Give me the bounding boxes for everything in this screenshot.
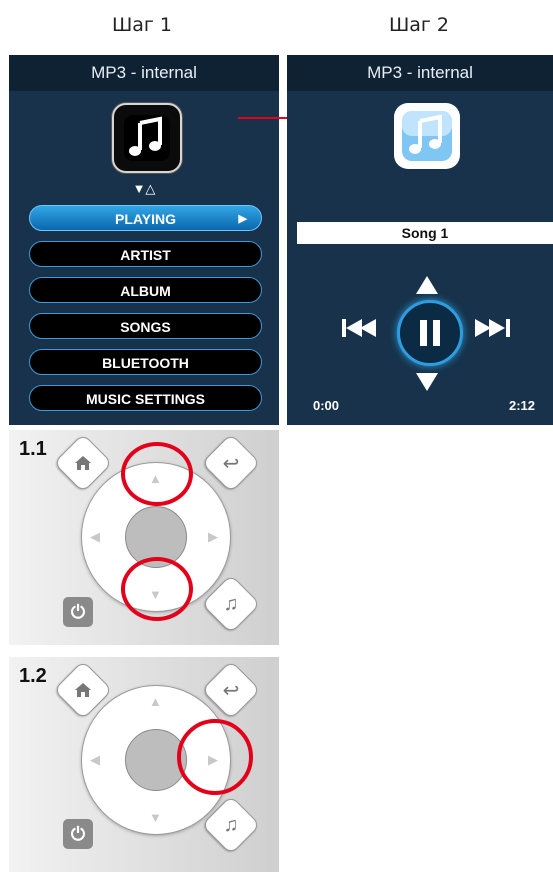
highlight-up-ring bbox=[121, 442, 193, 506]
power-icon: ⏻ bbox=[70, 824, 86, 844]
menu-playing[interactable]: PLAYING ▶ bbox=[29, 205, 262, 231]
remote-panel-1-1: 1.1 ↩ ♫ ⏻ ▲ ▼ ◀ ▶ bbox=[9, 430, 279, 645]
menu-album[interactable]: ALBUM bbox=[29, 277, 262, 303]
music-note-icon: ♫ bbox=[223, 813, 239, 836]
wheel-down-icon[interactable]: ▼ bbox=[149, 810, 162, 825]
next-track-icon[interactable] bbox=[475, 318, 511, 338]
music-note-icon bbox=[124, 115, 170, 161]
back-arrow-icon: ↩ bbox=[222, 452, 240, 475]
power-button[interactable]: ⏻ bbox=[63, 819, 93, 849]
menu-playing-label: PLAYING bbox=[115, 211, 176, 227]
pause-icon bbox=[420, 320, 440, 346]
music-app-icon[interactable] bbox=[112, 103, 182, 173]
elapsed-time: 0:00 bbox=[313, 398, 340, 413]
menu-bluetooth[interactable]: BLUETOOTH bbox=[29, 349, 262, 375]
back-arrow-icon: ↩ bbox=[222, 679, 240, 702]
highlight-right-ring bbox=[177, 719, 253, 795]
highlight-down-ring bbox=[121, 557, 193, 621]
wheel-left-icon[interactable]: ◀ bbox=[90, 529, 100, 545]
music-note-icon: ♫ bbox=[223, 592, 239, 615]
wheel-left-icon[interactable]: ◀ bbox=[90, 752, 100, 768]
screen2-title: MP3 - internal bbox=[287, 55, 553, 91]
home-icon bbox=[63, 670, 103, 710]
home-icon bbox=[63, 443, 103, 483]
remote-panel-1-2: 1.2 ↩ ♫ ⏻ ▲ ▼ ◀ ▶ bbox=[9, 657, 279, 872]
music-note-icon bbox=[402, 111, 452, 161]
panel-number: 1.2 bbox=[19, 665, 47, 687]
music-app-icon-active[interactable] bbox=[394, 103, 460, 169]
previous-track-icon[interactable] bbox=[342, 318, 378, 338]
screen1-title: MP3 - internal bbox=[9, 55, 279, 91]
wheel-right-icon[interactable]: ▶ bbox=[208, 529, 218, 545]
scroll-indicator: ▼△ bbox=[132, 181, 156, 196]
up-arrow-icon[interactable] bbox=[416, 276, 438, 294]
total-time: 2:12 bbox=[509, 398, 536, 413]
back-button[interactable]: ↩ bbox=[201, 433, 261, 493]
pause-button[interactable] bbox=[397, 300, 463, 366]
panel-number: 1.1 bbox=[19, 438, 47, 460]
menu-songs[interactable]: SONGS bbox=[29, 313, 262, 339]
wheel-up-icon[interactable]: ▲ bbox=[149, 694, 162, 709]
play-arrow-icon: ▶ bbox=[238, 213, 247, 225]
screen-step2: MP3 - internal Song 1 0:00 2:12 bbox=[287, 55, 553, 425]
power-button[interactable]: ⏻ bbox=[63, 597, 93, 627]
down-arrow-icon[interactable] bbox=[416, 373, 438, 391]
step1-label: Шаг 1 bbox=[111, 14, 173, 36]
power-icon: ⏻ bbox=[70, 602, 86, 622]
song-title-bar: Song 1 bbox=[297, 222, 553, 244]
menu-music-settings[interactable]: MUSIC SETTINGS bbox=[29, 385, 262, 411]
menu-artist[interactable]: ARTIST bbox=[29, 241, 262, 267]
step2-label: Шаг 2 bbox=[388, 14, 450, 36]
